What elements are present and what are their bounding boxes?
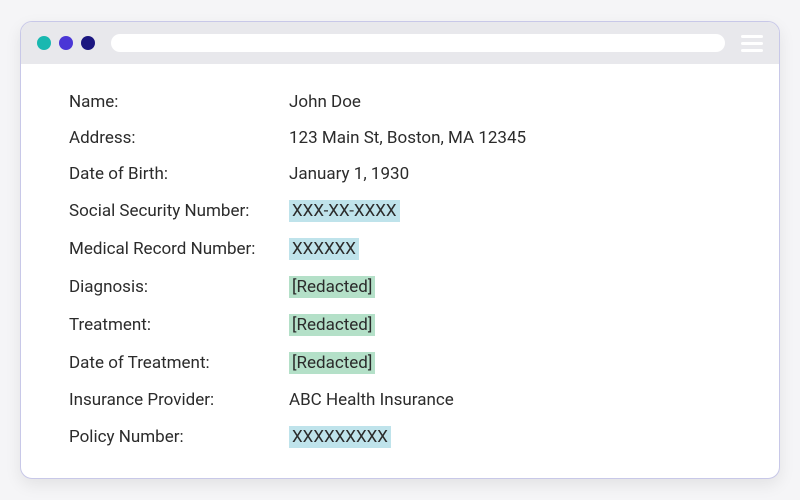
field-value-masked: XXXXXXXXX [289,426,391,448]
field-value: January 1, 1930 [289,164,409,184]
browser-window: Name: John Doe Address: 123 Main St, Bos… [20,21,780,479]
field-value: ABC Health Insurance [289,390,454,410]
field-label: Policy Number: [69,427,289,447]
field-label: Date of Birth: [69,164,289,184]
record-content: Name: John Doe Address: 123 Main St, Bos… [21,64,779,478]
field-row: Social Security Number: XXX-XX-XXXX [69,200,731,222]
field-row: Date of Birth: January 1, 1930 [69,164,731,184]
window-dot-3[interactable] [81,36,95,50]
field-value-redacted: [Redacted] [289,276,375,298]
menu-icon[interactable] [741,35,763,52]
window-dot-2[interactable] [59,36,73,50]
field-label: Insurance Provider: [69,390,289,410]
field-label: Name: [69,92,289,112]
field-row: Treatment: [Redacted] [69,314,731,336]
field-label: Treatment: [69,315,289,335]
window-controls [37,36,95,50]
field-row: Insurance Provider: ABC Health Insurance [69,390,731,410]
window-dot-1[interactable] [37,36,51,50]
field-row: Name: John Doe [69,92,731,112]
field-row: Diagnosis: [Redacted] [69,276,731,298]
field-row: Address: 123 Main St, Boston, MA 12345 [69,128,731,148]
field-row: Medical Record Number: XXXXXX [69,238,731,260]
field-value-redacted: [Redacted] [289,352,375,374]
field-value-masked: XXX-XX-XXXX [289,200,400,222]
field-value: John Doe [289,92,361,112]
field-label: Address: [69,128,289,148]
titlebar [21,22,779,64]
field-label: Date of Treatment: [69,353,289,373]
field-row: Policy Number: XXXXXXXXX [69,426,731,448]
field-row: Date of Treatment: [Redacted] [69,352,731,374]
field-value: 123 Main St, Boston, MA 12345 [289,128,526,148]
field-label: Diagnosis: [69,277,289,297]
field-value-masked: XXXXXX [289,238,359,260]
field-label: Medical Record Number: [69,239,289,259]
field-label: Social Security Number: [69,201,289,221]
field-value-redacted: [Redacted] [289,314,375,336]
address-bar[interactable] [111,34,725,52]
